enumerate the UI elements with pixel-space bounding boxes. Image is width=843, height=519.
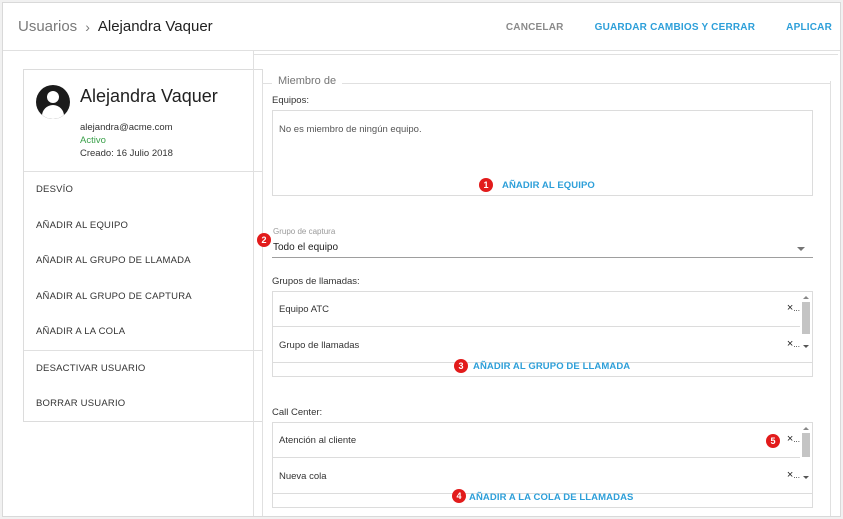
close-icon[interactable]: ×... [787, 302, 800, 314]
scroll-down-icon[interactable] [803, 476, 809, 479]
callout-badge-5: 5 [766, 434, 780, 448]
scroll-down-icon[interactable] [803, 345, 809, 348]
call-center-label: Call Center: [272, 407, 323, 418]
pickup-group-select[interactable]: Todo el equipo [273, 242, 338, 253]
list-item: Nueva cola ×... [273, 459, 812, 494]
user-card: Alejandra Vaquer alejandra@acme.com Acti… [23, 69, 263, 422]
scrollbar[interactable] [800, 292, 812, 352]
menu-item-delete-user[interactable]: BORRAR USUARIO [24, 386, 262, 422]
profile-section: Alejandra Vaquer alejandra@acme.com Acti… [24, 70, 262, 172]
add-queue-button[interactable]: AÑADIR A LA COLA DE LLAMADAS [469, 492, 633, 503]
chevron-right-icon: › [85, 18, 90, 35]
menu-item-forwarding[interactable]: DESVÍO [24, 172, 262, 208]
menu-item-add-call-group[interactable]: AÑADIR AL GRUPO DE LLAMADA [24, 243, 262, 279]
list-item: Grupo de llamadas ×... [273, 328, 812, 363]
scrollbar-thumb[interactable] [802, 302, 810, 334]
call-groups-box: Equipo ATC ×... Grupo de llamadas ×... 3… [272, 291, 813, 377]
breadcrumb-users-link[interactable]: Usuarios [18, 18, 77, 35]
callout-badge-3: 3 [454, 359, 468, 373]
header-actions: CANCELAR GUARDAR CAMBIOS Y CERRAR APLICA… [475, 22, 832, 33]
teams-label: Equipos: [272, 95, 309, 106]
member-panel: Miembro de Equipos: No es miembro de nin… [253, 51, 840, 516]
top-bar: Usuarios › Alejandra Vaquer CANCELAR GUA… [3, 3, 840, 51]
callout-badge-1: 1 [479, 178, 493, 192]
call-center-box: Atención al cliente ×... Nueva cola ×...… [272, 422, 813, 508]
queue-name: Atención al cliente [279, 435, 357, 446]
breadcrumb: Usuarios › Alejandra Vaquer [18, 18, 213, 35]
panel-scroll-edge [830, 81, 831, 516]
close-icon[interactable]: ×... [787, 433, 800, 445]
teams-empty-text: No es miembro de ningún equipo. [279, 124, 422, 135]
scroll-up-icon[interactable] [803, 427, 809, 430]
user-email: alejandra@acme.com [80, 122, 173, 133]
list-item: Atención al cliente ×... [273, 423, 812, 458]
breadcrumb-current: Alejandra Vaquer [97, 18, 213, 35]
menu-item-add-team[interactable]: AÑADIR AL EQUIPO [24, 208, 262, 244]
close-icon[interactable]: ×... [787, 469, 800, 481]
teams-box: No es miembro de ningún equipo. 1 AÑADIR… [272, 110, 813, 196]
apply-button[interactable]: APLICAR [786, 22, 832, 33]
add-call-group-button[interactable]: AÑADIR AL GRUPO DE LLAMADA [473, 361, 630, 372]
callout-badge-2: 2 [257, 233, 271, 247]
menu-item-add-pickup-group[interactable]: AÑADIR AL GRUPO DE CAPTURA [24, 279, 262, 315]
scrollbar-thumb[interactable] [802, 433, 810, 457]
call-groups-label: Grupos de llamadas: [272, 276, 360, 287]
user-meta: alejandra@acme.com Activo Creado: 16 Jul… [80, 121, 173, 160]
close-icon[interactable]: ×... [787, 338, 800, 350]
scroll-up-icon[interactable] [803, 296, 809, 299]
chevron-down-icon[interactable] [797, 247, 805, 251]
user-name: Alejandra Vaquer [80, 86, 218, 106]
save-and-close-button[interactable]: GUARDAR CAMBIOS Y CERRAR [595, 22, 756, 33]
avatar-icon [36, 85, 70, 119]
add-team-button[interactable]: AÑADIR AL EQUIPO [502, 180, 595, 191]
member-legend: Miembro de [272, 75, 343, 87]
scrollbar[interactable] [800, 423, 812, 483]
cancel-button[interactable]: CANCELAR [506, 22, 564, 33]
created-date: Creado: 16 Julio 2018 [80, 148, 173, 159]
menu-item-deactivate-user[interactable]: DESACTIVAR USUARIO [24, 351, 262, 387]
app-window: Usuarios › Alejandra Vaquer CANCELAR GUA… [2, 2, 841, 517]
select-underline [272, 257, 813, 258]
queue-name: Nueva cola [279, 471, 327, 482]
menu-item-add-queue[interactable]: AÑADIR A LA COLA [24, 314, 262, 350]
status-badge: Activo [80, 135, 106, 146]
pickup-group-label: Grupo de captura [273, 227, 336, 236]
call-group-name: Equipo ATC [279, 304, 329, 315]
list-item: Equipo ATC ×... [273, 292, 812, 327]
call-group-name: Grupo de llamadas [279, 340, 360, 351]
callout-badge-4: 4 [452, 489, 466, 503]
